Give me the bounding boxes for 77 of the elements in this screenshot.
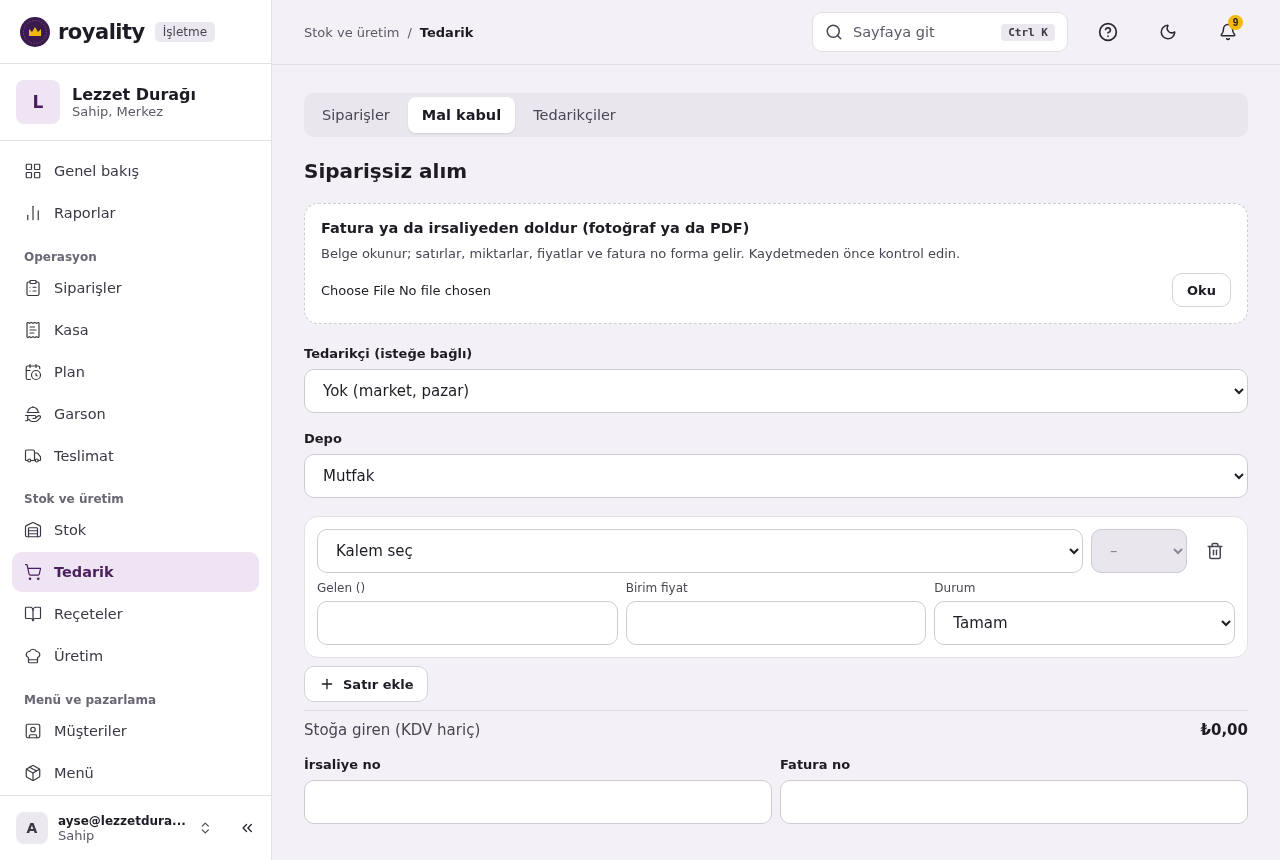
user-avatar: A (16, 812, 48, 844)
plus-icon (319, 676, 335, 692)
crown-logo (20, 16, 50, 47)
sidebar-item[interactable]: Garson (12, 393, 259, 434)
quantity-input[interactable] (317, 601, 618, 645)
sidebar-item[interactable]: Müşteriler (12, 711, 259, 751)
plan-badge: İşletme (154, 21, 216, 42)
contact-card-icon (24, 722, 42, 740)
user-role: Sahip (58, 827, 95, 843)
search-icon (825, 23, 843, 41)
breadcrumb-link[interactable]: Stok ve üretim (304, 24, 400, 40)
field-label: Tedarikçi (isteğe bağlı) (304, 346, 474, 361)
brand-name: royality (58, 19, 145, 44)
nav-section-heading: Menü ve pazarlama (23, 692, 157, 707)
status-select[interactable]: Tamam (934, 601, 1235, 645)
shortcut-key: Ctrl K (1001, 23, 1055, 41)
business-name: Lezzet Durağı (72, 85, 197, 104)
sidebar-item[interactable]: Reçeteler (12, 594, 259, 635)
unit-price-input[interactable] (625, 601, 927, 645)
notifications-button[interactable]: 9 (1208, 12, 1248, 52)
warehouse-select[interactable]: Mutfak (304, 454, 1248, 498)
help-icon (1098, 22, 1118, 42)
field-label: Durum (934, 581, 977, 595)
tab[interactable]: Tedarikçiler (519, 97, 630, 133)
warehouse-icon (24, 521, 42, 540)
tab[interactable]: Siparişler (308, 97, 404, 133)
total-value: ₺0,00 (1200, 721, 1248, 739)
sidebar-item[interactable]: Üretim (12, 636, 259, 677)
grid-icon (24, 162, 42, 180)
sidebar-item[interactable]: Stok (12, 510, 259, 551)
notification-count: 9 (1228, 15, 1243, 30)
bar-chart-icon (24, 204, 42, 222)
field-label: Gelen () (317, 581, 367, 595)
add-row-button[interactable]: Satır ekle (304, 666, 429, 702)
sidebar-item[interactable]: Genel bakış (12, 151, 259, 191)
field-label: Birim fiyat (625, 581, 689, 595)
book-icon (24, 605, 42, 624)
card-description: Belge okunur; satırlar, miktarlar, fiyatlar ve fatura no forma gelir. Kaydetmeden önce kontrol edin. (321, 246, 962, 261)
sidebar-item[interactable]: Menü (12, 753, 259, 793)
trash-icon (1206, 542, 1224, 560)
field-label: İrsaliye no (304, 757, 382, 772)
file-status: No file chosen (398, 282, 491, 298)
item-select[interactable]: Kalem seç (317, 529, 1083, 573)
nav-section-heading: Stok ve üretim (23, 491, 125, 507)
nav-section-heading: Operasyon (23, 248, 98, 264)
sidebar-item[interactable]: Teslimat (12, 435, 259, 476)
breadcrumb-current: Tedarik (419, 24, 474, 40)
tab[interactable]: Mal kabul (407, 97, 516, 133)
supplier-select[interactable]: Yok (market, pazar) (304, 369, 1248, 413)
field-label: Fatura no (780, 757, 852, 772)
package-icon (24, 764, 42, 782)
business-avatar: L (16, 80, 60, 124)
serving-tray-icon (24, 404, 42, 423)
field-label: Depo (304, 431, 343, 446)
choose-file-button[interactable]: Choose File (321, 282, 395, 298)
truck-icon (24, 446, 42, 465)
cart-icon (24, 563, 42, 582)
sidebar-item[interactable]: Raporlar (12, 193, 259, 233)
text-input[interactable] (304, 780, 772, 824)
chef-hat-icon (24, 647, 42, 666)
page-title: Siparişsiz alım (304, 159, 469, 183)
business-role: Sahip, Merkez (72, 104, 165, 119)
read-button[interactable]: Oku (1172, 273, 1231, 307)
card-title: Fatura ya da irsaliyeden doldur (fotoğraf ya da PDF) (321, 220, 751, 236)
clipboard-icon (24, 278, 42, 297)
breadcrumb-separator: / (407, 24, 412, 40)
text-input[interactable] (780, 780, 1248, 824)
total-label: Stoğa giren (KDV hariç) (304, 721, 481, 739)
sidebar-item[interactable]: Siparişler (12, 267, 259, 308)
sidebar-item[interactable]: Tedarik (12, 552, 259, 593)
search-field[interactable]: Sayfaya git (851, 23, 994, 41)
moon-icon (1159, 23, 1177, 41)
sidebar-item[interactable]: Plan (12, 351, 259, 392)
receipt-icon (24, 320, 42, 339)
user-email: ayse@lezzetdura... (58, 813, 186, 828)
sidebar-item[interactable]: Kasa (12, 309, 259, 350)
calendar-clock-icon (24, 362, 42, 381)
